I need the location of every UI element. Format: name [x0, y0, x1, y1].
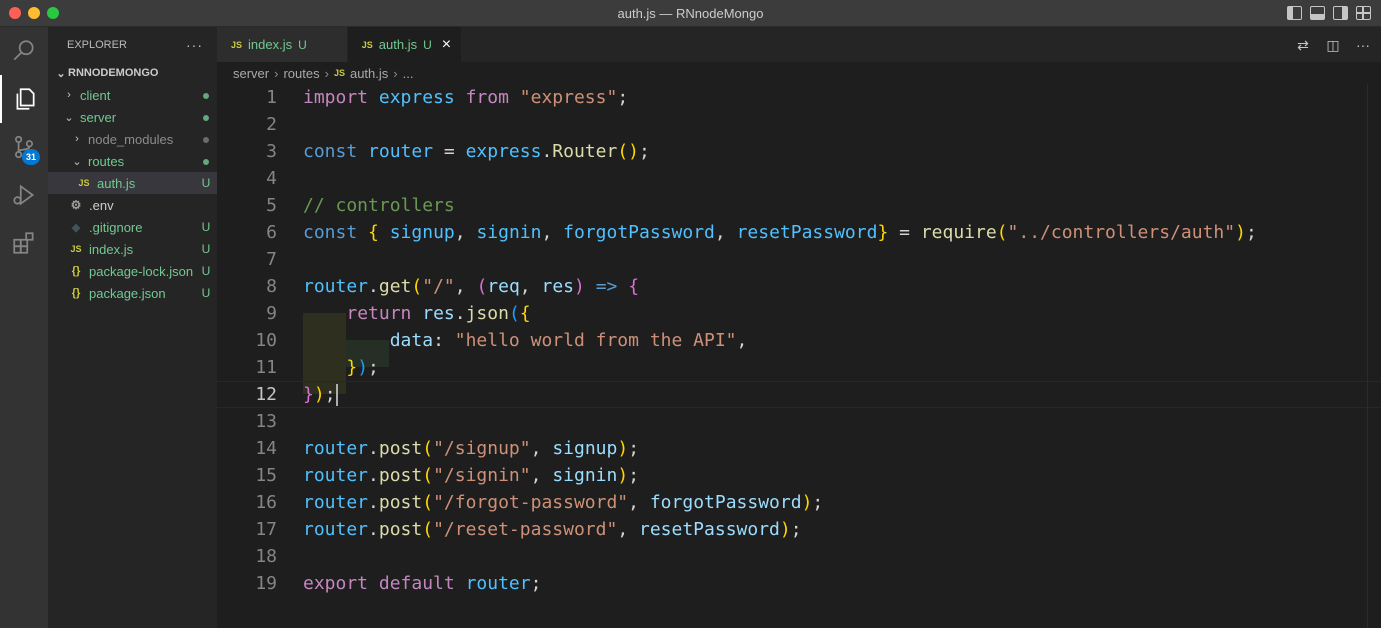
git-file-icon: ◆ — [71, 221, 81, 234]
more-actions-icon[interactable]: ··· — [1355, 37, 1371, 54]
chevron-right-icon: › — [67, 89, 71, 101]
tree-folder-routes[interactable]: ⌄ routes — [48, 150, 217, 172]
tree-file-package-lock-json[interactable]: {} package-lock.json U — [48, 260, 217, 282]
code-line: 15 router.post("/signin", signin); — [255, 465, 640, 486]
breadcrumb-routes[interactable]: routes — [283, 66, 319, 81]
javascript-file-icon: JS — [231, 39, 243, 50]
chevron-right-icon: › — [75, 133, 79, 145]
javascript-file-icon: JS — [70, 244, 82, 254]
title-bar: auth.js — RNnodeMongo — [0, 0, 1381, 27]
code-line: 1 import express from "express"; — [266, 87, 629, 108]
tree-file-package-json[interactable]: {} package.json U — [48, 282, 217, 304]
breadcrumb-symbol[interactable]: ... — [403, 66, 414, 81]
tree-root-folder[interactable]: ⌄ RNNODEMONGO — [48, 62, 217, 84]
json-file-icon: {} — [71, 287, 81, 299]
explorer-title: EXPLORER — [67, 38, 127, 51]
editor-area: JS index.js U JS auth.js U × ⇄ ◫ ··· ser… — [217, 27, 1381, 628]
ignored-dot — [195, 132, 217, 146]
tree-file-index-js[interactable]: JS index.js U — [48, 238, 217, 260]
tab-bar: JS index.js U JS auth.js U × ⇄ ◫ ··· — [217, 27, 1381, 62]
source-control-badge: 31 — [22, 149, 40, 165]
javascript-file-icon: JS — [78, 178, 90, 188]
chevron-down-icon: ⌄ — [56, 67, 66, 80]
activity-bar: 31 — [0, 27, 48, 628]
javascript-file-icon: JS — [333, 68, 345, 78]
chevron-right-icon: › — [274, 65, 279, 81]
tree-folder-server[interactable]: ⌄ server — [48, 106, 217, 128]
code-line: 11 }); — [255, 357, 379, 378]
code-line: 3 const router = express.Router(); — [266, 141, 650, 162]
tree-file-auth-js[interactable]: JS auth.js U — [48, 172, 217, 194]
code-line: 4 — [266, 168, 277, 189]
breadcrumb: server › routes › JS auth.js › ... — [217, 62, 1381, 84]
tree-file-env[interactable]: ⚙ .env — [48, 194, 217, 216]
modified-dot — [195, 154, 217, 168]
chevron-down-icon: ⌄ — [64, 111, 74, 124]
code-line-current: 12 }); — [217, 381, 1381, 408]
code-line: 14 router.post("/signup", signup); — [255, 438, 640, 459]
explorer-sidebar: EXPLORER ··· ⌄ RNNODEMONGO › client ⌄ se… — [48, 27, 217, 628]
code-line: 7 — [266, 249, 277, 270]
code-line: 13 — [255, 411, 277, 432]
tab-index-js[interactable]: JS index.js U — [217, 27, 348, 62]
code-line: 9 return res.json({ — [266, 303, 531, 324]
breadcrumb-auth-js[interactable]: auth.js — [350, 66, 388, 81]
chevron-right-icon: › — [324, 65, 329, 81]
activity-source-control[interactable]: 31 — [0, 123, 48, 171]
more-actions-icon[interactable]: ··· — [186, 37, 203, 53]
code-line: 10 data: "hello world from the API", — [255, 330, 748, 351]
code-line: 18 — [255, 546, 277, 567]
vertical-scrollbar[interactable] — [1367, 84, 1381, 628]
chevron-down-icon: ⌄ — [72, 155, 82, 168]
chevron-right-icon: › — [393, 65, 398, 81]
search-icon — [13, 40, 34, 61]
text-cursor — [335, 383, 338, 406]
javascript-file-icon: JS — [361, 39, 373, 50]
toggle-secondary-sidebar-icon[interactable] — [1333, 6, 1348, 20]
modified-dot — [195, 110, 217, 124]
tree-file-gitignore[interactable]: ◆ .gitignore U — [48, 216, 217, 238]
tree-folder-client[interactable]: › client — [48, 84, 217, 106]
window-title: auth.js — RNnodeMongo — [617, 6, 764, 21]
open-changes-icon[interactable]: ⇄ — [1295, 37, 1311, 54]
activity-extensions[interactable] — [0, 219, 48, 267]
split-editor-icon[interactable]: ◫ — [1325, 37, 1341, 54]
tree-folder-node-modules[interactable]: › node_modules — [48, 128, 217, 150]
code-editor[interactable]: 1 import express from "express"; 2 3 con… — [217, 84, 1381, 628]
files-icon — [16, 88, 35, 110]
breadcrumb-server[interactable]: server — [233, 66, 269, 81]
code-line: 17 router.post("/reset-password", resetP… — [255, 519, 802, 540]
run-debug-icon — [13, 184, 35, 206]
activity-run-debug[interactable] — [0, 171, 48, 219]
toggle-panel-icon[interactable] — [1310, 6, 1325, 20]
json-file-icon: {} — [71, 265, 81, 277]
tab-auth-js[interactable]: JS auth.js U × — [347, 27, 463, 62]
code-line: 2 — [266, 114, 277, 135]
customize-layout-icon[interactable] — [1356, 6, 1371, 20]
close-tab-icon[interactable]: × — [442, 36, 451, 54]
modified-dot — [195, 88, 217, 102]
code-line: 6 const { signup, signin, forgotPassword… — [266, 222, 1257, 243]
activity-search[interactable] — [0, 27, 48, 75]
code-line: 5 // controllers — [266, 195, 455, 216]
code-line: 8 router.get("/", (req, res) => { — [266, 276, 640, 297]
activity-explorer[interactable] — [0, 75, 48, 123]
extensions-icon — [13, 232, 34, 254]
code-line: 16 router.post("/forgot-password", forgo… — [255, 492, 824, 513]
gear-icon: ⚙ — [70, 198, 82, 212]
toggle-primary-sidebar-icon[interactable] — [1287, 6, 1302, 20]
code-line: 19 export default router; — [255, 573, 542, 594]
